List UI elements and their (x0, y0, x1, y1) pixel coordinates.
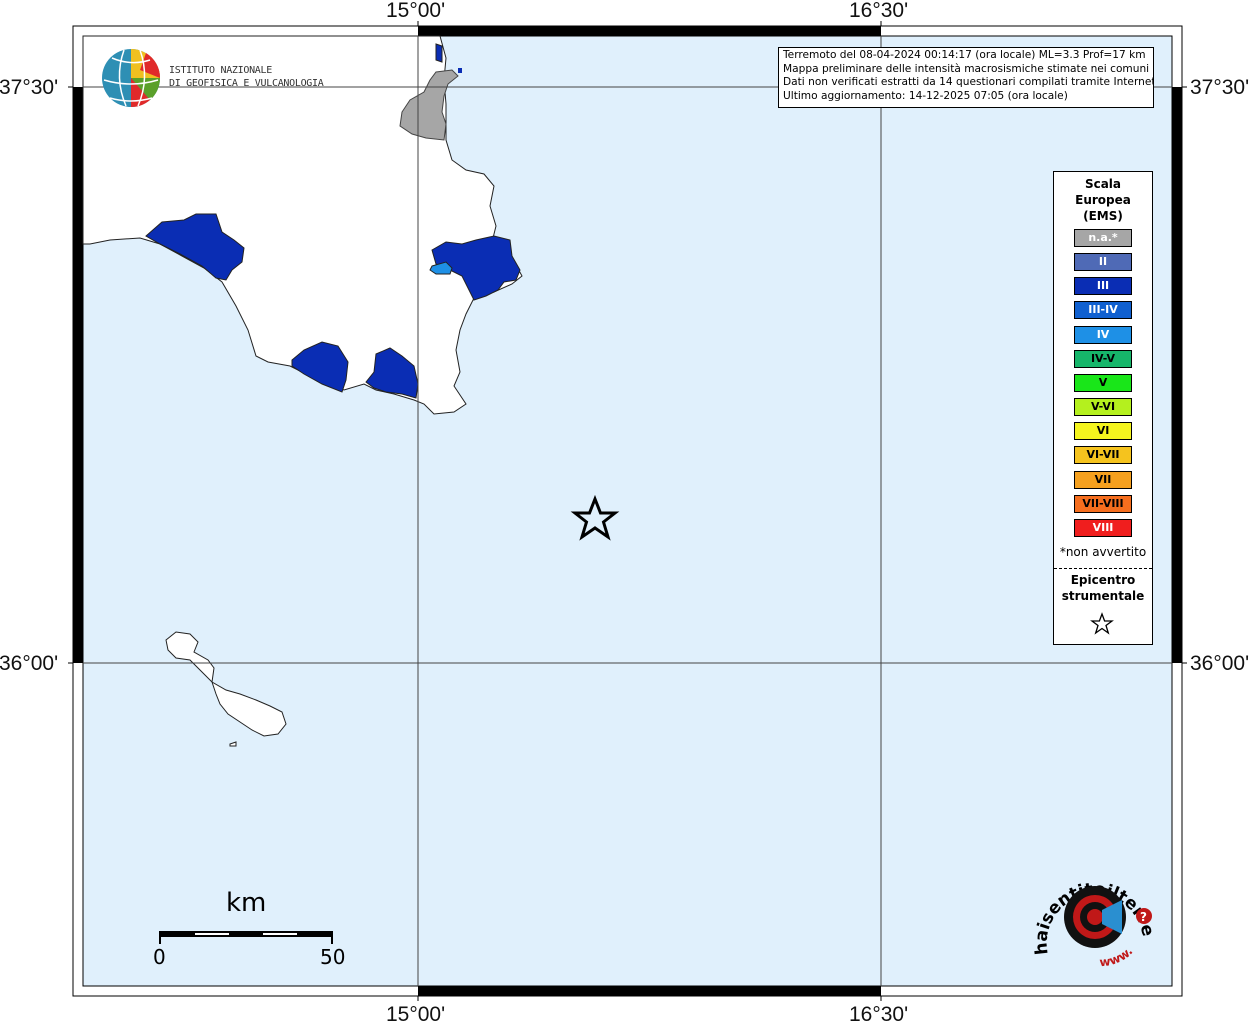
legend-swatch: VIII (1074, 518, 1132, 537)
institute-name-line1: ISTITUTO NAZIONALE (169, 65, 272, 76)
logo-bottom-textpath: www. (1099, 944, 1136, 969)
legend-swatch: III (1074, 277, 1132, 296)
legend-title-line2: Europea (1075, 193, 1131, 207)
coord-right-36-00: 36°00' (1190, 652, 1250, 675)
legend-swatch: VII-VIII (1074, 494, 1132, 513)
coord-left-37-30: 37°30' (0, 76, 59, 99)
coord-bottom-15-00: 15°00' (386, 1003, 446, 1026)
legend-swatch: VII (1074, 470, 1132, 489)
haisentito-logo-icon: haisentitoilterremoto.it www. ? (1030, 862, 1158, 969)
legend-swatch: IV (1074, 325, 1132, 344)
legend-title-line3: (EMS) (1083, 209, 1123, 223)
legend-swatch: VI-VII (1074, 446, 1132, 465)
legend-swatch: V-VI (1074, 398, 1132, 417)
frame-segment-top (418, 26, 881, 36)
coord-left-36-00: 36°00' (0, 652, 59, 675)
event-info-line2: Mappa preliminare delle intensità macros… (783, 62, 1150, 75)
coord-right-37-30: 37°30' (1190, 76, 1250, 99)
event-info-line4: Ultimo aggiornamento: 14-12-2025 07:05 (… (783, 89, 1068, 102)
intensity-area-iii-north (435, 43, 443, 63)
intensity-legend: Scala Europea (EMS) n.a.* II III III-IV IV IV… (1053, 171, 1153, 645)
coord-bottom-16-30: 16°30' (849, 1003, 909, 1026)
logo-bottom-text: www. (1099, 944, 1136, 969)
legend-separator (1054, 568, 1152, 569)
legend-swatch: IV-V (1074, 349, 1132, 368)
legend-note: *non avvertito (1059, 545, 1147, 559)
frame-segment-left (73, 87, 83, 663)
institute-name: ISTITUTO NAZIONALE DI GEOFISICA E VULCAN… (169, 64, 324, 90)
event-info-line3: Dati non verificati estratti da 14 quest… (783, 76, 1154, 88)
legend-epicenter-label: Epicentro strumentale (1054, 572, 1152, 604)
legend-swatch: V (1074, 373, 1132, 392)
legend-title: Scala Europea (EMS) (1054, 176, 1152, 224)
intensity-area-iii-islet (458, 68, 462, 73)
legend-swatch: III-IV (1074, 301, 1132, 320)
legend-swatch: VI (1074, 422, 1132, 441)
scale-end: 50 (320, 945, 346, 969)
legend-swatch: n.a.* (1074, 229, 1132, 247)
legend-epicenter-line1: Epicentro (1070, 573, 1136, 587)
legend-epicenter-line2: strumentale (1061, 589, 1145, 603)
frame-segment-bottom (418, 986, 881, 996)
coord-top-15-00: 15°00' (386, 0, 446, 22)
frame-segment-right (1172, 87, 1182, 663)
scale-start: 0 (153, 945, 166, 969)
legend-star-icon (1090, 612, 1114, 635)
legend-title-line1: Scala (1084, 177, 1122, 191)
ingv-logo-icon (102, 49, 161, 108)
event-info-line1: Terremoto del 08-04-2024 00:14:17 (ora l… (783, 49, 1146, 61)
svg-text:?: ? (1140, 910, 1147, 924)
legend-swatch: II (1074, 253, 1132, 272)
event-info-box: Terremoto del 08-04-2024 00:14:17 (ora l… (778, 47, 1154, 108)
coord-top-16-30: 16°30' (849, 0, 909, 22)
institute-name-line2: DI GEOFISICA E VULCANOLOGIA (169, 78, 324, 89)
